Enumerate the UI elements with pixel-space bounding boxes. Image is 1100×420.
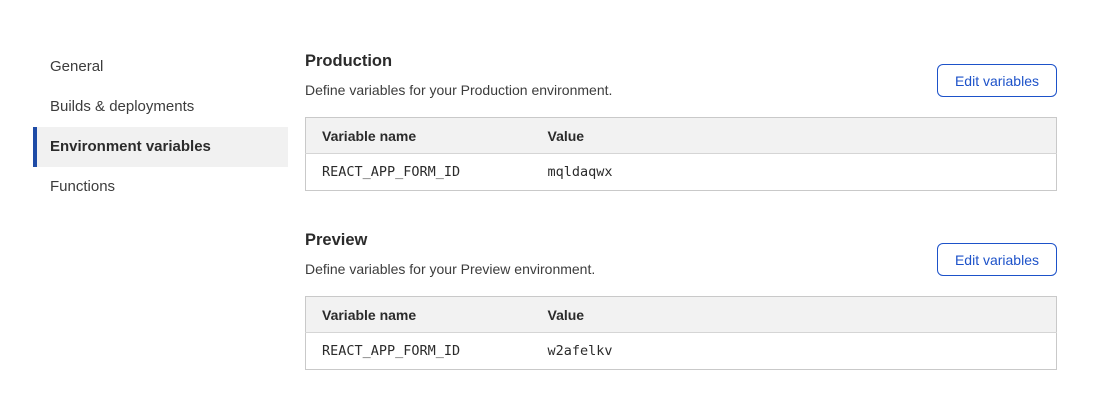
table-header-row: Variable name Value (306, 118, 1057, 154)
sidebar-item-general[interactable]: General (33, 47, 288, 87)
preview-section: Preview Define variables for your Previe… (305, 230, 1057, 370)
column-header-variable-name: Variable name (306, 297, 532, 333)
sidebar-item-builds-deployments[interactable]: Builds & deployments (33, 87, 288, 127)
settings-page: General Builds & deployments Environment… (0, 0, 1100, 420)
table-row: REACT_APP_FORM_ID mqldaqwx (306, 154, 1057, 191)
edit-variables-button-production[interactable]: Edit variables (937, 64, 1057, 97)
column-header-value: Value (532, 118, 1057, 154)
variable-name-cell: REACT_APP_FORM_ID (306, 154, 532, 191)
table-row: REACT_APP_FORM_ID w2afelkv (306, 333, 1057, 370)
sidebar-item-functions[interactable]: Functions (33, 167, 288, 207)
production-variables-table: Variable name Value REACT_APP_FORM_ID mq… (305, 117, 1057, 191)
column-header-value: Value (532, 297, 1057, 333)
settings-sidebar: General Builds & deployments Environment… (33, 47, 288, 207)
variable-name-cell: REACT_APP_FORM_ID (306, 333, 532, 370)
column-header-variable-name: Variable name (306, 118, 532, 154)
edit-variables-button-preview[interactable]: Edit variables (937, 243, 1057, 276)
table-header-row: Variable name Value (306, 297, 1057, 333)
preview-variables-table: Variable name Value REACT_APP_FORM_ID w2… (305, 296, 1057, 370)
production-section: Production Define variables for your Pro… (305, 51, 1057, 191)
settings-content: Production Define variables for your Pro… (305, 47, 1057, 370)
sidebar-item-environment-variables[interactable]: Environment variables (33, 127, 288, 167)
variable-value-cell: w2afelkv (532, 333, 1057, 370)
variable-value-cell: mqldaqwx (532, 154, 1057, 191)
